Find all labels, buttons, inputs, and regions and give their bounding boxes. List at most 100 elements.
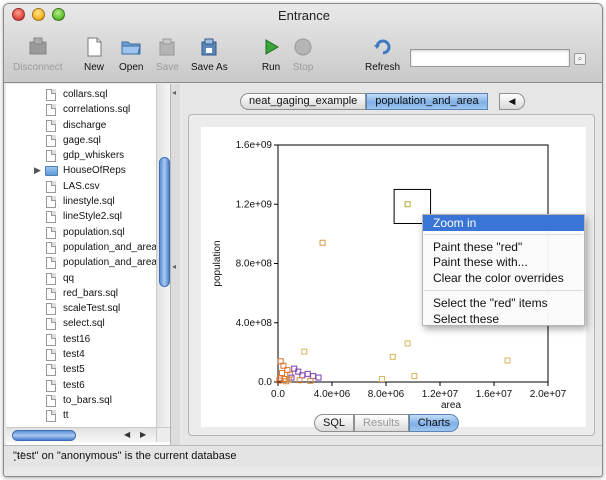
- sidebar-file-item[interactable]: LAS.csv: [6, 180, 156, 195]
- open-folder-icon: [121, 41, 141, 55]
- sidebar-file-label: test6: [63, 379, 85, 391]
- document-icon: [46, 104, 56, 117]
- resize-grip-icon[interactable]: ⋰: [13, 450, 602, 465]
- sidebar-file-item[interactable]: tt: [6, 409, 156, 424]
- sidebar-file-item[interactable]: correlations.sql: [6, 103, 156, 118]
- document-icon: [46, 134, 56, 147]
- file-list: collars.sql correlations.sql discharge gage…: [6, 88, 157, 425]
- splitter-grip-icon[interactable]: ◂: [172, 262, 176, 271]
- save-as-label: Save As: [191, 62, 228, 73]
- new-document-icon: [87, 37, 102, 57]
- document-icon: [46, 150, 56, 163]
- sidebar-file-label: discharge: [63, 119, 107, 131]
- horizontal-scroll-thumb[interactable]: [12, 430, 76, 441]
- view-charts-button[interactable]: Charts: [408, 414, 460, 432]
- x-tick-label: 1.2e+07: [422, 389, 459, 400]
- open-label: Open: [119, 62, 144, 73]
- scroll-left-arrow-icon[interactable]: ◀: [124, 430, 130, 439]
- disconnect-icon: [29, 37, 47, 55]
- sidebar-file-label: LAS.csv: [63, 180, 100, 192]
- sidebar-file-label: population_and_area: [63, 257, 157, 269]
- sidebar-file-item[interactable]: select.sql: [6, 317, 156, 332]
- document-tabs: neat_gaging_example population_and_area: [240, 93, 488, 110]
- title-bar: Entrance: [4, 4, 602, 26]
- sidebar-file-item[interactable]: qq: [6, 272, 156, 287]
- sidebar-file-label: HouseOfReps: [63, 165, 126, 177]
- menu-item-zoom-in[interactable]: Zoom in: [423, 215, 584, 231]
- refresh-icon: [373, 39, 390, 55]
- sidebar-file-label: lineStyle2.sql: [63, 211, 122, 223]
- sidebar-file-label: linestyle.sql: [63, 196, 115, 208]
- x-tick-label: 1.6e+07: [476, 389, 513, 400]
- document-icon: [46, 272, 56, 285]
- disconnect-button[interactable]: Disconnect: [13, 36, 62, 73]
- refresh-label: Refresh: [365, 62, 401, 73]
- x-axis-label: area: [441, 400, 461, 411]
- document-icon: [46, 349, 56, 362]
- sidebar-file-item[interactable]: population_and_area: [6, 256, 157, 271]
- run-label: Run: [261, 62, 281, 73]
- sidebar-file-item[interactable]: test4: [6, 348, 156, 363]
- x-tick-label: 4.0e+06: [314, 389, 351, 400]
- sidebar-file-item[interactable]: ▶ HouseOfReps: [6, 164, 156, 179]
- menu-item-select-red-items[interactable]: Select the "red" items: [423, 295, 584, 311]
- run-button[interactable]: Run: [260, 36, 282, 73]
- document-icon: [46, 379, 56, 392]
- search-field-icon[interactable]: ⌕: [574, 53, 586, 65]
- menu-item-paint-red[interactable]: Paint these "red": [423, 239, 584, 255]
- status-bar: "test" on "anonymous" is the current dat…: [4, 445, 602, 467]
- document-icon: [46, 119, 56, 132]
- sidebar-file-item[interactable]: collars.sql: [6, 88, 156, 103]
- new-button[interactable]: New: [83, 36, 105, 73]
- scroll-right-arrow-icon[interactable]: ▶: [140, 430, 146, 439]
- sidebar-file-item[interactable]: population.sql: [6, 226, 156, 241]
- sidebar-file-item[interactable]: gdp_whiskers: [6, 149, 156, 164]
- view-sql-button[interactable]: SQL: [314, 414, 355, 432]
- save-button[interactable]: Save: [156, 36, 179, 73]
- disclosure-triangle-icon[interactable]: ▶: [34, 165, 41, 176]
- sidebar-file-item[interactable]: to_bars.sql: [6, 394, 156, 409]
- sidebar-file-item[interactable]: test5: [6, 363, 156, 378]
- sidebar-file-item[interactable]: lineStyle2.sql: [6, 210, 156, 225]
- search-input[interactable]: [410, 49, 570, 67]
- vertical-scroll-thumb[interactable]: [159, 157, 170, 287]
- sidebar-file-item[interactable]: gage.sql: [6, 134, 156, 149]
- document-icon: [46, 318, 56, 331]
- stop-icon: [294, 38, 312, 56]
- sidebar-file-item[interactable]: red_bars.sql: [6, 287, 156, 302]
- sidebar-file-label: test16: [63, 333, 91, 345]
- tab-population-and-area[interactable]: population_and_area: [366, 93, 488, 110]
- document-icon: [46, 180, 56, 193]
- menu-item-paint-with[interactable]: Paint these with...: [423, 254, 584, 270]
- view-results-button[interactable]: Results: [354, 414, 409, 432]
- sidebar-file-item[interactable]: discharge: [6, 119, 156, 134]
- stop-label: Stop: [292, 62, 314, 73]
- sidebar-file-item[interactable]: test6: [6, 379, 156, 394]
- stop-button[interactable]: Stop: [292, 36, 314, 73]
- sidebar-file-item[interactable]: test16: [6, 333, 156, 348]
- sidebar-file-label: tt: [63, 410, 69, 422]
- menu-separator: [424, 234, 583, 235]
- sidebar-file-label: red_bars.sql: [63, 287, 119, 299]
- x-tick-label: 2.0e+07: [530, 389, 567, 400]
- menu-item-select-these[interactable]: Select these: [423, 311, 584, 327]
- sidebar-file-label: collars.sql: [63, 89, 108, 100]
- sidebar-file-item[interactable]: scaleTest.sql: [6, 302, 156, 317]
- sidebar-vertical-scrollbar[interactable]: [156, 84, 170, 427]
- document-icon: [46, 394, 56, 407]
- open-button[interactable]: Open: [119, 36, 143, 73]
- tab-neat-gaging-example[interactable]: neat_gaging_example: [240, 93, 367, 110]
- window-title: Entrance: [277, 8, 331, 23]
- document-icon: [46, 241, 56, 254]
- menu-item-clear-color-overrides[interactable]: Clear the color overrides: [423, 270, 584, 286]
- x-tick-label: 8.0e+06: [368, 389, 405, 400]
- tab-overflow-button[interactable]: ◀: [499, 93, 525, 110]
- sidebar-file-item[interactable]: linestyle.sql: [6, 195, 156, 210]
- collapse-left-icon[interactable]: ◂: [172, 88, 176, 97]
- save-as-button[interactable]: Save As: [191, 36, 228, 73]
- disconnect-label: Disconnect: [13, 62, 63, 73]
- refresh-button[interactable]: Refresh: [365, 36, 400, 73]
- split-view-divider[interactable]: ◂ ◂: [171, 84, 180, 445]
- sidebar-file-item[interactable]: population_and_area: [6, 241, 157, 256]
- sidebar-horizontal-scrollbar[interactable]: ◀ ▶: [6, 427, 156, 442]
